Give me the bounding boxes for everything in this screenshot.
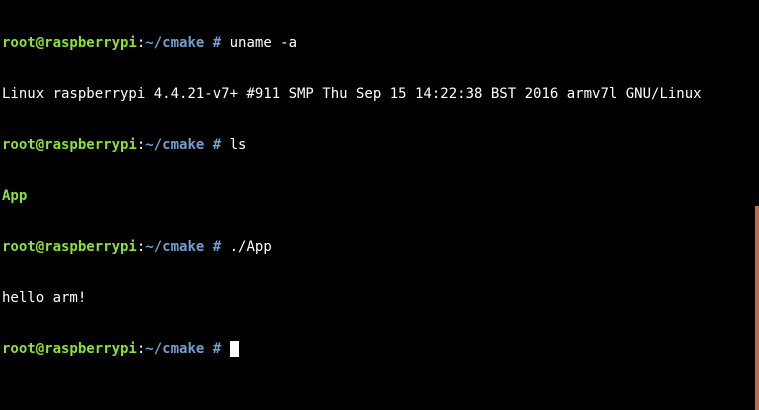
prompt-host: root@raspberrypi [2, 239, 137, 255]
prompt-path: ~/cmake [145, 137, 205, 153]
prompt-host: root@raspberrypi [2, 137, 137, 153]
prompt-host: root@raspberrypi [2, 341, 137, 357]
prompt-symbol: # [204, 35, 230, 51]
active-prompt-line[interactable]: root@raspberrypi:~/cmake # [2, 341, 759, 358]
output-line: App [2, 188, 759, 205]
prompt-line: root@raspberrypi:~/cmake # uname -a [2, 35, 759, 52]
prompt-symbol: # [204, 137, 230, 153]
terminal-window[interactable]: root@raspberrypi:~/cmake # uname -a Linu… [0, 0, 759, 410]
prompt-path: ~/cmake [145, 35, 205, 51]
executable-file-entry: App [2, 188, 28, 204]
command-text: uname -a [229, 35, 298, 51]
prompt-symbol: # [204, 239, 230, 255]
prompt-line: root@raspberrypi:~/cmake # ls [2, 137, 759, 154]
command-output: Linux raspberrypi 4.4.21-v7+ #911 SMP Th… [2, 86, 702, 102]
output-line: Linux raspberrypi 4.4.21-v7+ #911 SMP Th… [2, 86, 759, 103]
prompt-line: root@raspberrypi:~/cmake # ./App [2, 239, 759, 256]
prompt-host: root@raspberrypi [2, 35, 137, 51]
command-output: hello arm! [2, 290, 87, 306]
output-line: hello arm! [2, 290, 759, 307]
scrollbar-track[interactable] [755, 0, 759, 410]
command-text: ls [229, 137, 247, 153]
text-cursor [229, 341, 239, 357]
prompt-path: ~/cmake [145, 239, 205, 255]
prompt-path: ~/cmake [145, 341, 205, 357]
command-text: ./App [229, 239, 272, 255]
scrollbar-thumb[interactable] [755, 206, 759, 410]
prompt-symbol: # [204, 341, 230, 357]
